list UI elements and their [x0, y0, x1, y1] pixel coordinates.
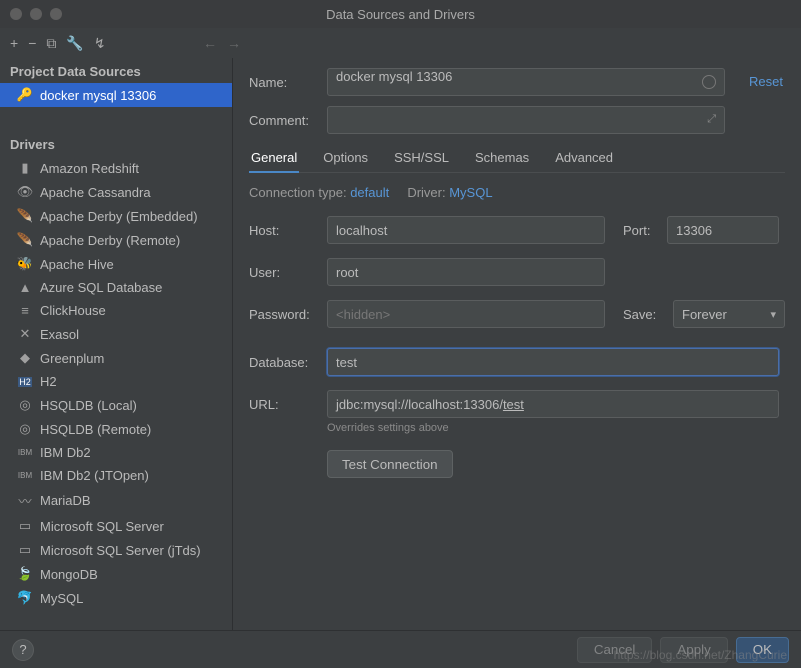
window-title: Data Sources and Drivers — [0, 7, 801, 22]
apply-button[interactable]: Apply — [660, 637, 727, 663]
driver-icon: 🐝 — [18, 256, 32, 272]
url-label: URL: — [249, 397, 327, 412]
driver-item[interactable]: 🍃MongoDB — [0, 562, 232, 586]
host-label: Host: — [249, 223, 327, 238]
driver-item[interactable]: 🪶Apache Derby (Remote) — [0, 228, 232, 252]
clear-icon[interactable] — [702, 75, 716, 89]
tab-schemas[interactable]: Schemas — [473, 144, 531, 172]
driver-icon: ◆ — [18, 350, 32, 366]
driver-item[interactable]: 🪶Apache Derby (Embedded) — [0, 204, 232, 228]
ok-button[interactable]: OK — [736, 637, 789, 663]
driver-icon: 🍃 — [18, 566, 32, 582]
mysql-icon: 🔑 — [18, 87, 32, 103]
driver-icon: H2 — [18, 377, 32, 387]
tab-bar: General Options SSH/SSL Schemas Advanced — [249, 144, 785, 173]
driver-link[interactable]: MySQL — [449, 185, 492, 200]
driver-item[interactable]: ▮Amazon Redshift — [0, 156, 232, 180]
cancel-button[interactable]: Cancel — [577, 637, 653, 663]
driver-item[interactable]: IBMIBM Db2 (JTOpen) — [0, 464, 232, 487]
project-ds-header: Project Data Sources — [0, 58, 232, 83]
url-input[interactable]: jdbc:mysql://localhost:13306/test — [327, 390, 779, 418]
driver-icon: 🪶 — [18, 232, 32, 248]
driver-icon: ≡ — [18, 303, 32, 318]
driver-item[interactable]: ▲Azure SQL Database — [0, 276, 232, 299]
host-input[interactable] — [327, 216, 605, 244]
datasource-label: docker mysql 13306 — [40, 88, 156, 103]
user-input[interactable] — [327, 258, 605, 286]
make-global-icon[interactable]: ↯ — [94, 35, 106, 52]
database-input[interactable] — [327, 348, 779, 376]
driver-item[interactable]: ◆Greenplum — [0, 346, 232, 370]
comment-label: Comment: — [249, 113, 327, 128]
footer: ? Cancel Apply OK — [0, 630, 801, 668]
driver-icon: IBM — [18, 471, 32, 480]
datasource-item-selected[interactable]: 🔑 docker mysql 13306 — [0, 83, 232, 107]
toolbar: + − ⧉ 🔧 ↯ ← → — [0, 28, 801, 58]
save-select[interactable]: Forever — [673, 300, 785, 328]
tab-general[interactable]: General — [249, 144, 299, 173]
driver-icon: ▭ — [18, 518, 32, 534]
tab-advanced[interactable]: Advanced — [553, 144, 615, 172]
port-input[interactable] — [667, 216, 779, 244]
remove-icon[interactable]: − — [28, 35, 36, 51]
driver-item[interactable]: ▭Microsoft SQL Server (jTds) — [0, 538, 232, 562]
driver-icon: 🐬 — [18, 590, 32, 606]
driver-item[interactable]: 👁Apache Cassandra — [0, 180, 232, 204]
url-hint: Overrides settings above — [327, 422, 785, 434]
back-icon[interactable]: ← — [203, 35, 217, 51]
comment-input[interactable]: ⤢ — [327, 106, 725, 134]
password-label: Password: — [249, 307, 327, 322]
conn-type-link[interactable]: default — [350, 185, 389, 200]
driver-item[interactable]: 🐝Apache Hive — [0, 252, 232, 276]
driver-item[interactable]: ✕Exasol — [0, 322, 232, 346]
connection-type-line: Connection type: default Driver: MySQL — [249, 185, 785, 200]
tab-options[interactable]: Options — [321, 144, 370, 172]
driver-icon: ✕ — [18, 326, 32, 342]
name-label: Name: — [249, 75, 327, 90]
driver-item[interactable]: 🐬MySQL — [0, 586, 232, 610]
driver-item[interactable]: ◎HSQLDB (Local) — [0, 393, 232, 417]
driver-item[interactable]: IBMIBM Db2 — [0, 441, 232, 464]
drivers-header: Drivers — [0, 131, 232, 156]
copy-icon[interactable]: ⧉ — [46, 35, 56, 52]
driver-icon: ◎ — [18, 421, 32, 437]
password-input[interactable] — [327, 300, 605, 328]
driver-icon: 👁 — [18, 184, 32, 200]
reset-link[interactable]: Reset — [749, 74, 783, 89]
driver-icon: ▭ — [18, 542, 32, 558]
driver-icon: 🪶 — [18, 208, 32, 224]
main-panel: Reset Name: docker mysql 13306 Comment: … — [233, 58, 801, 630]
driver-icon: IBM — [18, 448, 32, 457]
database-label: Database: — [249, 355, 327, 370]
user-label: User: — [249, 265, 327, 280]
expand-icon[interactable]: ⤢ — [707, 113, 716, 126]
sidebar: Project Data Sources 🔑 docker mysql 1330… — [0, 58, 233, 630]
help-button[interactable]: ? — [12, 639, 34, 661]
drivers-list: ▮Amazon Redshift 👁Apache Cassandra 🪶Apac… — [0, 156, 232, 630]
save-label: Save: — [623, 307, 673, 322]
add-icon[interactable]: + — [10, 35, 18, 51]
driver-item[interactable]: H2H2 — [0, 370, 232, 393]
driver-icon: ◎ — [18, 397, 32, 413]
name-input[interactable]: docker mysql 13306 — [327, 68, 725, 96]
port-label: Port: — [623, 223, 667, 238]
settings-icon[interactable]: 🔧 — [66, 35, 83, 52]
test-connection-button[interactable]: Test Connection — [327, 450, 453, 478]
driver-item[interactable]: ≡ClickHouse — [0, 299, 232, 322]
driver-item[interactable]: 〰MariaDB — [0, 487, 232, 514]
driver-icon: 〰 — [18, 491, 32, 510]
driver-icon: ▲ — [18, 280, 32, 295]
driver-item[interactable]: ◎HSQLDB (Remote) — [0, 417, 232, 441]
tab-ssh-ssl[interactable]: SSH/SSL — [392, 144, 451, 172]
titlebar: Data Sources and Drivers — [0, 0, 801, 28]
driver-item[interactable]: ▭Microsoft SQL Server — [0, 514, 232, 538]
forward-icon[interactable]: → — [227, 35, 241, 51]
driver-icon: ▮ — [18, 160, 32, 176]
